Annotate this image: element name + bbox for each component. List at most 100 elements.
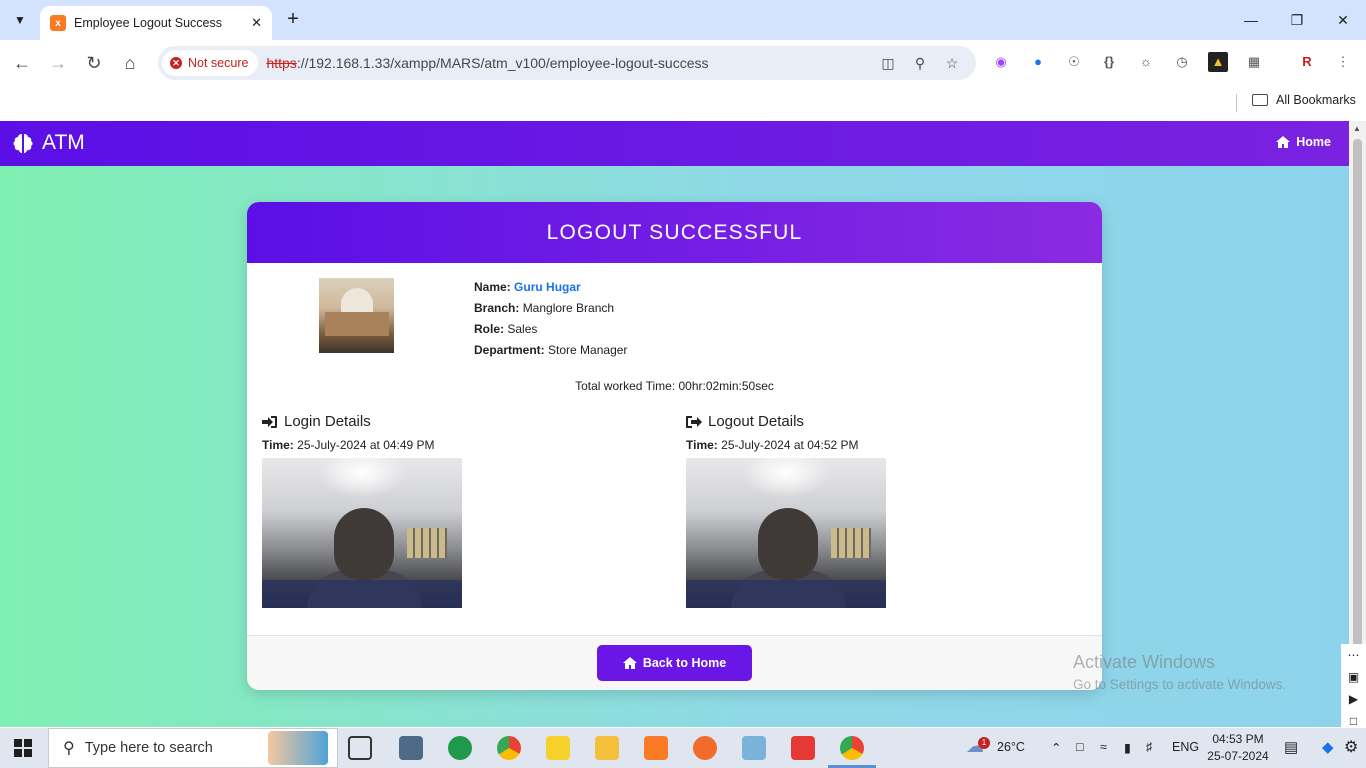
extension-compass-icon[interactable]: ☉ (1064, 52, 1084, 72)
browser-menu-icon[interactable]: ⋮ (1333, 52, 1353, 72)
extension-broadcast-icon[interactable]: ◉ (991, 52, 1011, 72)
logout-time: 25-July-2024 at 04:52 PM (721, 438, 859, 452)
extension-image-icon[interactable]: ▲ (1208, 52, 1228, 72)
page-viewport: ATM Home LOGOUT SUCCESSFUL Name: Guru Hu… (0, 121, 1349, 727)
mongodb-app-icon[interactable] (448, 736, 472, 760)
chrome-app-icon[interactable] (497, 736, 521, 760)
employee-branch: Manglore Branch (522, 301, 615, 315)
notepad-app-icon[interactable] (742, 736, 766, 760)
search-icon: ⚲ (63, 740, 75, 757)
page-scrollbar[interactable]: ▲ (1349, 121, 1366, 727)
system-clock[interactable]: 04:53 PM 25-07-2024 (1205, 731, 1271, 765)
weather-badge: 1 (978, 737, 990, 749)
address-bar[interactable]: ✕ Not secure https://192.168.1.33/xampp/… (158, 46, 976, 80)
extension-clock-icon[interactable]: ◷ (1172, 52, 1192, 72)
url-scheme: https (266, 55, 297, 71)
back-arrow-icon[interactable]: ← (10, 51, 34, 75)
extensions-puzzle-icon[interactable]: ▦ (1244, 52, 1264, 72)
employee-department-row: Department: Store Manager (474, 343, 627, 357)
logout-card: LOGOUT SUCCESSFUL Name: Guru Hugar Branc… (247, 202, 1102, 690)
minimize-window-icon[interactable]: — (1236, 8, 1266, 32)
weather-temperature[interactable]: 26°C (997, 740, 1025, 754)
clock-date: 25-07-2024 (1207, 749, 1269, 763)
copilot-icon[interactable]: ◆ (1322, 738, 1334, 756)
house-icon (1276, 136, 1291, 148)
translate-icon[interactable]: ◫ (878, 53, 898, 73)
nav-home-label: Home (1296, 135, 1331, 149)
house-icon (622, 657, 637, 669)
browser-tab[interactable]: x Employee Logout Success ✕ (40, 6, 272, 40)
login-details: Login Details Time: 25-July-2024 at 04:4… (262, 413, 502, 608)
windows-taskbar: ⚲ Type here to search ☁ 1 26°C ⌃ □ ≈ ▮ ♯… (0, 728, 1366, 768)
snapshot-ceiling-light (741, 458, 831, 498)
postman-app-icon[interactable] (693, 736, 717, 760)
file-explorer-app-icon[interactable] (595, 736, 619, 760)
extension-bug-icon[interactable]: ☼ (1136, 52, 1156, 72)
login-time-label: Time: (262, 438, 294, 452)
back-to-home-button[interactable]: Back to Home (597, 645, 752, 681)
browser-toolbar: ← → ↻ ⌂ ✕ Not secure https://192.168.1.3… (0, 40, 1366, 86)
security-label: Not secure (188, 56, 249, 70)
close-window-icon[interactable]: ✕ (1328, 8, 1358, 32)
xampp-favicon-icon: x (50, 15, 66, 31)
restore-window-icon[interactable]: ❐ (1282, 8, 1312, 32)
security-chip[interactable]: ✕ Not secure (162, 50, 259, 76)
logout-details: Logout Details Time: 25-July-2024 at 04:… (686, 413, 926, 608)
name-label: Name: (474, 280, 511, 294)
meet-now-icon[interactable]: □ (1076, 740, 1084, 754)
sign-out-icon (686, 415, 702, 428)
scroll-up-icon[interactable]: ▲ (1353, 124, 1361, 133)
activate-windows-subtitle: Go to Settings to activate Windows. (1073, 677, 1287, 692)
employee-photo (319, 278, 394, 353)
language-indicator[interactable]: ENG (1172, 740, 1199, 754)
sticky-notes-app-icon[interactable] (546, 736, 570, 760)
zoom-icon[interactable]: ⚲ (910, 53, 930, 73)
bookmark-star-icon[interactable]: ☆ (942, 53, 962, 73)
employee-role-row: Role: Sales (474, 322, 627, 336)
url-text[interactable]: https://192.168.1.33/xampp/MARS/atm_v100… (266, 55, 708, 71)
chrome-profile-app-icon[interactable] (840, 736, 864, 760)
folder-icon (1252, 94, 1268, 106)
taskbar-search-placeholder: Type here to search (84, 740, 213, 756)
task-view-icon[interactable] (348, 736, 372, 760)
back-to-home-label: Back to Home (642, 656, 727, 670)
volume-muted-icon[interactable]: ♯ (1146, 740, 1152, 754)
profile-r-icon[interactable]: R (1297, 52, 1317, 72)
new-tab-plus-icon[interactable]: + (282, 8, 304, 30)
tab-close-icon[interactable]: ✕ (251, 15, 262, 31)
settings-gear-icon[interactable]: ⚙ (1344, 737, 1358, 757)
reload-icon[interactable]: ↻ (82, 51, 106, 75)
wifi-icon[interactable]: ≈ (1100, 740, 1107, 754)
employee-name: Guru Hugar (514, 280, 581, 294)
forward-arrow-icon[interactable]: → (46, 51, 70, 75)
nav-home-link[interactable]: Home (1276, 135, 1331, 149)
home-icon[interactable]: ⌂ (118, 51, 142, 75)
logout-time-row: Time: 25-July-2024 at 04:52 PM (686, 438, 926, 452)
windows-start-icon[interactable] (14, 739, 32, 757)
all-bookmarks-button[interactable]: All Bookmarks (1252, 93, 1356, 107)
battery-icon[interactable]: ▮ (1124, 740, 1131, 755)
brain-icon (13, 134, 33, 153)
calculator-app-icon[interactable] (399, 736, 423, 760)
video-camera-icon[interactable]: ▶ (1341, 688, 1366, 710)
login-snapshot (262, 458, 462, 608)
scroll-thumb[interactable] (1353, 139, 1362, 709)
side-tool-menu-icon[interactable]: ⋯ (1341, 644, 1366, 666)
xampp-app-icon[interactable] (644, 736, 668, 760)
snapshot-chair (262, 580, 462, 608)
search-highlight-image[interactable] (268, 731, 328, 765)
anydesk-app-icon[interactable] (791, 736, 815, 760)
tab-search-chevron-icon[interactable]: ▼ (8, 8, 32, 32)
activate-windows-title: Activate Windows (1073, 652, 1216, 672)
notifications-icon[interactable]: ▤ (1284, 738, 1298, 756)
extension-color-icon[interactable]: ● (1028, 52, 1048, 72)
total-worked-time: Total worked Time: 00hr:02min:50sec (575, 379, 774, 393)
tray-chevron-icon[interactable]: ⌃ (1051, 740, 1061, 755)
camera-icon[interactable]: ▣ (1341, 666, 1366, 688)
extension-json-icon[interactable]: {} (1099, 52, 1119, 72)
brand-logo[interactable]: ATM (12, 131, 85, 155)
logout-snapshot (686, 458, 886, 608)
employee-name-row: Name: Guru Hugar (474, 280, 627, 294)
snapshot-window (407, 528, 447, 558)
card-header: LOGOUT SUCCESSFUL (247, 202, 1102, 263)
